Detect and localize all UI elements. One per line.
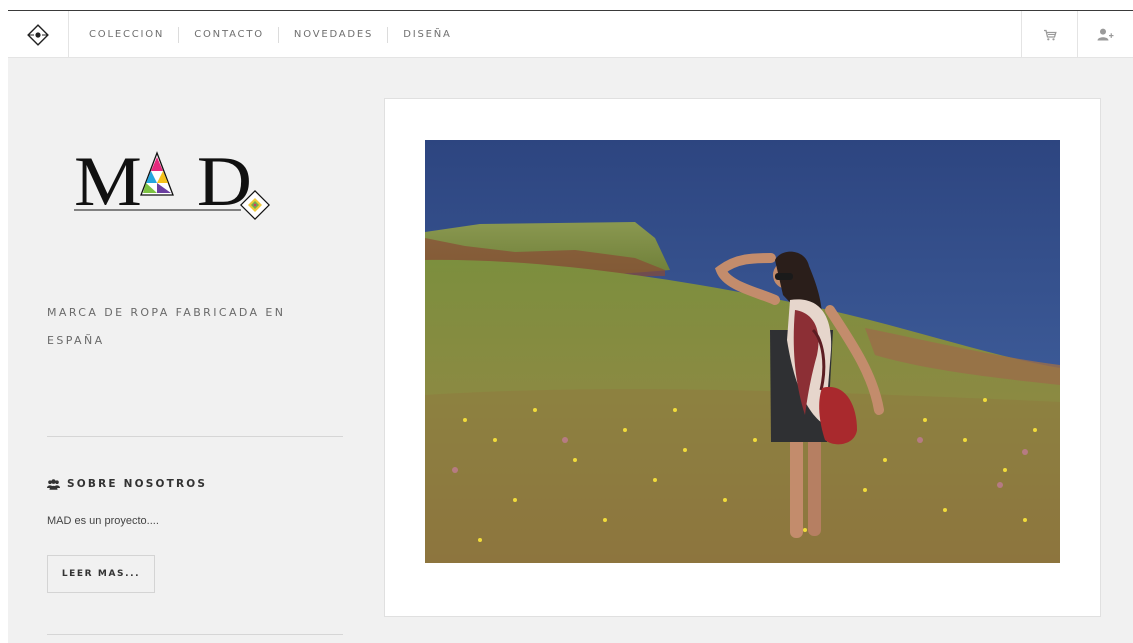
- divider: [47, 436, 343, 437]
- top-navigation-bar: COLECCION CONTACTO NOVEDADES DISEÑA: [8, 11, 1133, 58]
- add-user-icon: [1097, 28, 1114, 41]
- about-heading: SOBRE NOSOTROS: [47, 478, 207, 490]
- nav-item-disena[interactable]: DISEÑA: [387, 26, 465, 43]
- featured-image-card: [384, 98, 1101, 617]
- photo-illustration: [425, 140, 1060, 563]
- read-more-button[interactable]: LEER MAS...: [47, 555, 155, 593]
- about-title: SOBRE NOSOTROS: [67, 478, 208, 490]
- divider: [47, 634, 343, 635]
- home-logo-link[interactable]: [8, 11, 69, 58]
- nav-item-novedades[interactable]: NOVEDADES: [277, 26, 387, 43]
- sidebar: MAD MARCA DE ROPA FABRICADA EN ESPAÑA: [47, 58, 343, 643]
- featured-photo[interactable]: [425, 140, 1060, 563]
- cart-icon: [1043, 29, 1057, 40]
- diamond-logo-icon: [27, 23, 49, 46]
- brand-logo: MAD: [74, 143, 270, 221]
- nav-item-contacto[interactable]: CONTACTO: [178, 26, 278, 43]
- nav-item-coleccion[interactable]: COLECCION: [81, 27, 178, 43]
- about-description: MAD es un proyecto....: [47, 515, 159, 527]
- page: COLECCION CONTACTO NOVEDADES DISEÑA MA: [8, 10, 1133, 643]
- account-button[interactable]: [1077, 11, 1133, 58]
- cart-button[interactable]: [1021, 11, 1077, 58]
- brand-tagline: MARCA DE ROPA FABRICADA EN ESPAÑA: [47, 306, 286, 347]
- users-icon: [47, 478, 60, 490]
- main-nav: COLECCION CONTACTO NOVEDADES DISEÑA: [69, 11, 466, 58]
